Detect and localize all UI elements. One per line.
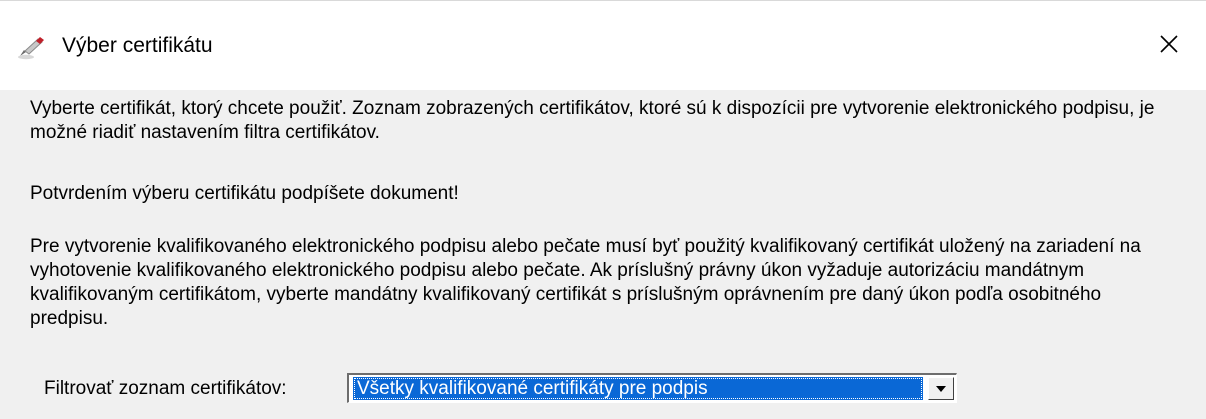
filter-selected-value: Všetky kvalifikované certifikáty pre pod… <box>353 377 923 400</box>
dialog-body: Vyberte certifikát, ktorý chcete použiť.… <box>0 90 1206 419</box>
signing-warning: Potvrdením výberu certifikátu podpíšete … <box>30 183 459 204</box>
close-icon <box>1159 34 1179 59</box>
filter-label: Filtrovať zoznam certifikátov: <box>44 378 287 399</box>
title-bar: Výber certifikátu <box>0 0 1206 91</box>
pen-icon <box>16 33 48 61</box>
dropdown-button[interactable] <box>928 377 954 400</box>
instruction-paragraph: Vyberte certifikát, ktorý chcete použiť.… <box>30 98 1155 143</box>
close-button[interactable] <box>1140 19 1198 73</box>
certificate-filter-dropdown[interactable]: Všetky kvalifikované certifikáty pre pod… <box>347 373 957 403</box>
chevron-down-icon <box>935 380 947 398</box>
qualified-certificate-info: Pre vytvorenie kvalifikovaného elektroni… <box>30 236 1141 329</box>
dialog-title: Výber certifikátu <box>62 34 213 57</box>
